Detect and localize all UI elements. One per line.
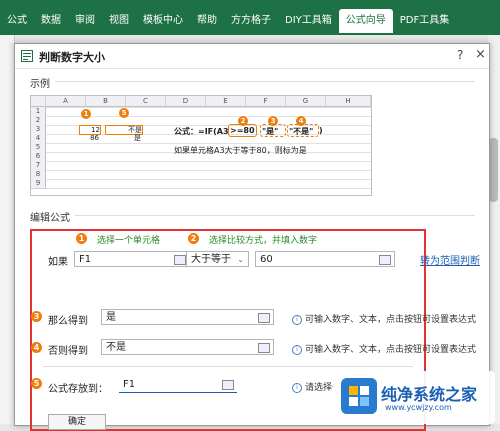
store-cell-value: F1 <box>123 379 136 390</box>
hint-badge: 2 <box>188 233 199 244</box>
col-header: A <box>46 96 86 107</box>
range-select-icon[interactable] <box>222 380 234 390</box>
ribbon-tab-pdf[interactable]: PDF工具集 <box>393 9 456 33</box>
else-value-input[interactable]: 不是 <box>101 339 274 355</box>
ribbon-tab-templates[interactable]: 模板中心 <box>136 9 190 33</box>
then-info: i 可输入数字、文本，点击按钮可设置表达式 <box>292 312 476 325</box>
row-header: 9 <box>31 179 46 189</box>
compare-number-value: 60 <box>260 254 273 265</box>
step-badge: 1 <box>81 109 91 119</box>
info-icon: i <box>292 344 302 355</box>
cell-b4: 是 <box>134 134 141 142</box>
col-header: G <box>286 96 326 107</box>
formula-true-value: "是" <box>262 127 279 136</box>
formula-condition: >=80 <box>230 126 255 135</box>
expression-icon[interactable] <box>379 255 391 265</box>
hint-badge: 1 <box>76 233 87 244</box>
step-badge: 5 <box>119 108 129 118</box>
col-header: C <box>126 96 166 107</box>
ribbon-tab-fangfang[interactable]: 方方格子 <box>224 9 278 33</box>
hint-select-cell: 选择一个单元格 <box>97 236 161 246</box>
site-watermark: 纯净系统之家 www.ycwjzy.com <box>333 371 495 424</box>
ribbon-bar: 公式 数据 审阅 视图 模板中心 帮助 方方格子 DIY工具箱 公式向导 PDF… <box>0 0 500 35</box>
info-icon: i <box>292 314 302 325</box>
then-value-input[interactable]: 是 <box>101 309 274 325</box>
info-icon: i <box>292 382 302 393</box>
else-label: 否则得到 <box>48 346 88 357</box>
example-divider <box>55 81 475 82</box>
hint-badge: 4 <box>31 342 42 353</box>
else-info: i 可输入数字、文本，点击按钮可设置表达式 <box>292 342 476 355</box>
compare-select-value: 大于等于 <box>191 254 231 265</box>
dialog-app-icon <box>21 50 33 62</box>
expression-icon[interactable] <box>258 343 270 353</box>
hint-badge: 3 <box>31 311 42 322</box>
form-divider <box>43 366 413 367</box>
expression-icon[interactable] <box>258 313 270 323</box>
example-note: 如果单元格A3大于等于80，则标为是 <box>174 146 307 155</box>
sheet-corner <box>31 96 46 107</box>
worksheet-background-left <box>0 35 15 424</box>
formula-end: ) <box>319 126 323 135</box>
then-info-text: 可输入数字、文本，点击按钮可设置表达式 <box>305 315 477 325</box>
watermark-logo-icon <box>341 378 377 414</box>
hint-badge: 5 <box>31 378 42 389</box>
col-header: F <box>246 96 286 107</box>
condition-cell-input[interactable]: F1 <box>74 251 190 267</box>
close-button[interactable]: × <box>475 47 486 62</box>
edit-section-label: 编辑公式 <box>30 213 70 224</box>
example-section-label: 示例 <box>30 79 50 90</box>
formula-prefix: 公式：=IF(A3 <box>174 127 229 136</box>
ribbon-tab-diy[interactable]: DIY工具箱 <box>278 9 339 33</box>
col-header: E <box>206 96 246 107</box>
compare-number-dialog: 判断数字大小 ? × 示例 A B C D E F G H 1 2 3 4 5 … <box>14 43 490 431</box>
watermark-title: 纯净系统之家 <box>381 385 478 404</box>
range-select-icon[interactable] <box>174 255 186 265</box>
example-spreadsheet: A B C D E F G H 1 2 3 4 5 6 7 8 9 1 5 12… <box>30 95 372 196</box>
else-value: 不是 <box>106 342 126 353</box>
hint-compare: 选择比较方式，并填入数字 <box>209 236 318 246</box>
ribbon-tab-help[interactable]: 帮助 <box>190 9 224 33</box>
chevron-down-icon: ⌄ <box>237 255 244 264</box>
ribbon-tab-data[interactable]: 数据 <box>34 9 68 33</box>
if-label: 如果 <box>48 257 68 268</box>
ribbon-tab-view[interactable]: 视图 <box>102 9 136 33</box>
dialog-titlebar[interactable]: 判断数字大小 ? × <box>15 44 489 69</box>
col-header: D <box>166 96 206 107</box>
cell-a4: 86 <box>90 134 99 142</box>
ribbon-tabs: 公式 数据 审阅 视图 模板中心 帮助 方方格子 DIY工具箱 公式向导 PDF… <box>0 9 456 33</box>
scrollbar-thumb[interactable] <box>489 138 498 202</box>
store-label: 公式存放到： <box>48 384 108 395</box>
range-judge-link[interactable]: 转为范围判断 <box>420 252 480 267</box>
compare-number-input[interactable]: 60 <box>255 251 395 267</box>
help-button[interactable]: ? <box>457 48 463 62</box>
formula-false-value: "不是" <box>289 127 314 136</box>
watermark-url: www.ycwjzy.com <box>385 403 452 412</box>
condition-cell-value: F1 <box>79 254 92 265</box>
col-header: B <box>86 96 126 107</box>
compare-select[interactable]: 大于等于 ⌄ <box>186 251 249 267</box>
else-info-text: 可输入数字、文本，点击按钮可设置表达式 <box>305 345 477 355</box>
ok-button[interactable]: 确定 <box>48 414 106 430</box>
ribbon-tab-formulas[interactable]: 公式 <box>0 9 34 33</box>
then-value: 是 <box>106 312 116 323</box>
then-label: 那么得到 <box>48 316 88 327</box>
ribbon-tab-formula-wizard[interactable]: 公式向导 <box>338 9 393 33</box>
store-cell-input[interactable]: F1 <box>119 377 237 393</box>
edit-divider <box>75 215 475 216</box>
col-header: H <box>326 96 371 107</box>
dialog-title: 判断数字大小 <box>39 51 105 64</box>
ribbon-tab-review[interactable]: 审阅 <box>68 9 102 33</box>
